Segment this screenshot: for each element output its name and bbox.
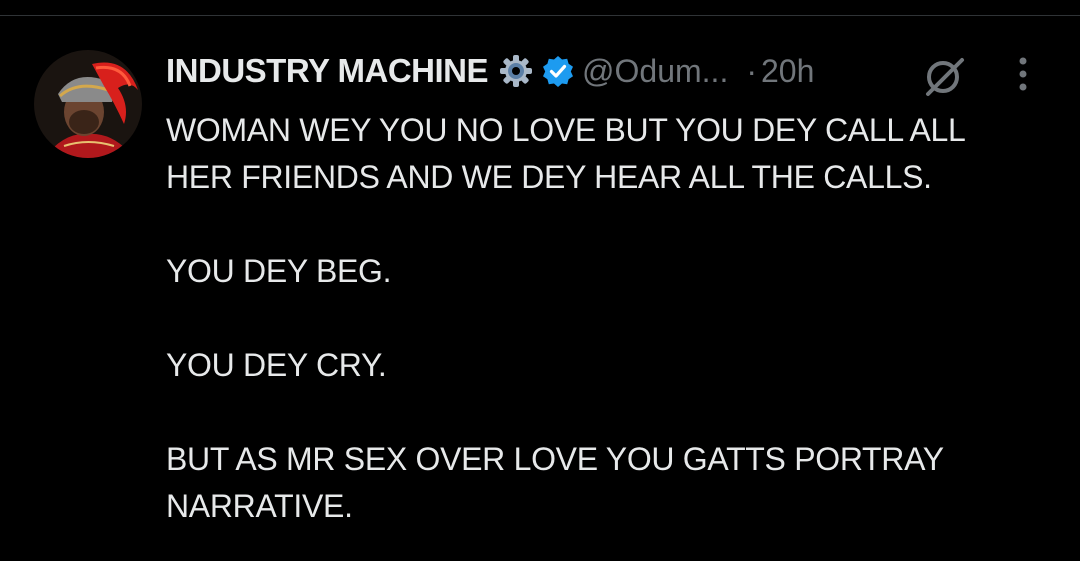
tweet-header: INDUSTRY MACHINE @Odum... · 20h [166,48,814,94]
tweet-text-line: YOU DEY BEG. [166,253,392,289]
tweet-text-line: HER FRIENDS AND WE DEY HEAR ALL THE CALL… [166,159,932,195]
tweet-text-line: NARRATIVE. [166,488,353,524]
grok-icon[interactable] [920,52,968,100]
tweet-text-line: YOU DEY CRY. [166,347,387,383]
author-display-name[interactable]: INDUSTRY MACHINE [166,52,489,90]
tweet-timestamp[interactable]: 20h [761,53,814,90]
gear-icon [498,53,534,89]
avatar-image [34,50,142,158]
avatar[interactable] [34,50,142,158]
more-options-icon[interactable] [1008,54,1038,94]
verified-icon [542,55,574,87]
tweet-text-line: WOMAN WEY YOU NO LOVE BUT YOU DEY CALL A… [166,112,966,148]
tweet-text: WOMAN WEY YOU NO LOVE BUT YOU DEY CALL A… [166,107,1046,530]
author-handle[interactable]: @Odum... [582,53,728,90]
top-divider [0,15,1080,16]
tweet-text-line: BUT AS MR SEX OVER LOVE YOU GATTS PORTRA… [166,441,944,477]
separator-dot: · [746,52,757,89]
